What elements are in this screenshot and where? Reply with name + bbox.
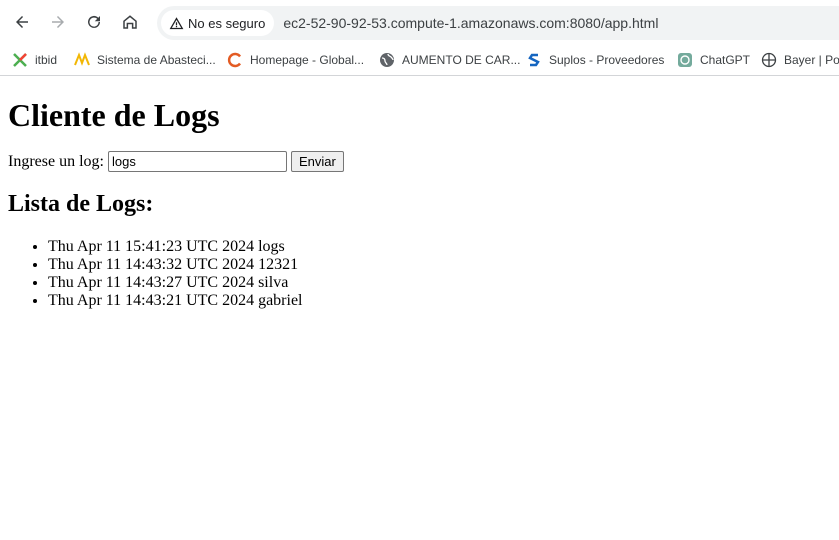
reload-button[interactable] bbox=[80, 8, 108, 36]
back-button[interactable] bbox=[8, 8, 36, 36]
bookmark-aumento[interactable]: AUMENTO DE CAR... bbox=[379, 51, 520, 69]
bookmarks-bar: itbid Sistema de Abasteci... Homepage - … bbox=[0, 45, 839, 76]
bookmark-bayer[interactable]: Bayer | Por bbox=[761, 51, 839, 69]
security-chip[interactable]: No es seguro bbox=[161, 10, 275, 36]
suplos-icon bbox=[526, 52, 542, 68]
bookmark-homepage[interactable]: Homepage - Global... bbox=[227, 51, 364, 69]
log-form: Ingrese un log: Enviar bbox=[8, 151, 831, 172]
browser-toolbar: No es seguro ec2-52-90-92-53.compute-1.a… bbox=[0, 0, 839, 45]
log-list: Thu Apr 11 15:41:23 UTC 2024 logs Thu Ap… bbox=[8, 238, 831, 310]
log-input[interactable] bbox=[107, 151, 287, 172]
log-item: Thu Apr 11 14:43:32 UTC 2024 12321 bbox=[48, 256, 831, 274]
back-arrow-icon bbox=[16, 16, 28, 28]
bookmark-chatgpt[interactable]: ChatGPT bbox=[677, 51, 750, 69]
log-list-title: Lista de Logs: bbox=[8, 191, 154, 217]
home-icon bbox=[123, 15, 137, 29]
bookmark-sistema-abastecimiento[interactable]: Sistema de Abasteci... bbox=[74, 51, 216, 69]
home-button[interactable] bbox=[116, 8, 144, 36]
abastecimiento-icon bbox=[74, 52, 90, 68]
homepage-icon bbox=[227, 52, 243, 68]
url-text[interactable]: ec2-52-90-92-53.compute-1.amazonaws.com:… bbox=[283, 15, 658, 31]
warning-icon bbox=[169, 16, 184, 29]
log-item: Thu Apr 11 14:43:21 UTC 2024 gabriel bbox=[48, 292, 831, 310]
reload-icon bbox=[88, 15, 100, 28]
chatgpt-icon bbox=[677, 52, 693, 68]
page-content: Cliente de Logs Ingrese un log: Enviar L… bbox=[0, 97, 839, 310]
bookmark-suplos[interactable]: Suplos - Proveedores bbox=[526, 51, 664, 69]
forward-button[interactable] bbox=[44, 8, 72, 36]
forward-arrow-icon bbox=[52, 16, 64, 28]
globe-icon bbox=[379, 52, 395, 68]
log-input-label: Ingrese un log: bbox=[8, 152, 104, 170]
bayer-icon bbox=[761, 52, 777, 68]
log-item: Thu Apr 11 14:43:27 UTC 2024 silva bbox=[48, 274, 831, 292]
bookmark-itbid[interactable]: itbid bbox=[12, 51, 57, 69]
send-button[interactable]: Enviar bbox=[290, 151, 344, 172]
security-label: No es seguro bbox=[188, 15, 266, 31]
itbid-icon bbox=[12, 52, 28, 68]
address-bar[interactable]: No es seguro ec2-52-90-92-53.compute-1.a… bbox=[157, 6, 839, 40]
log-item: Thu Apr 11 15:41:23 UTC 2024 logs bbox=[48, 238, 831, 256]
page-title: Cliente de Logs bbox=[8, 97, 220, 133]
